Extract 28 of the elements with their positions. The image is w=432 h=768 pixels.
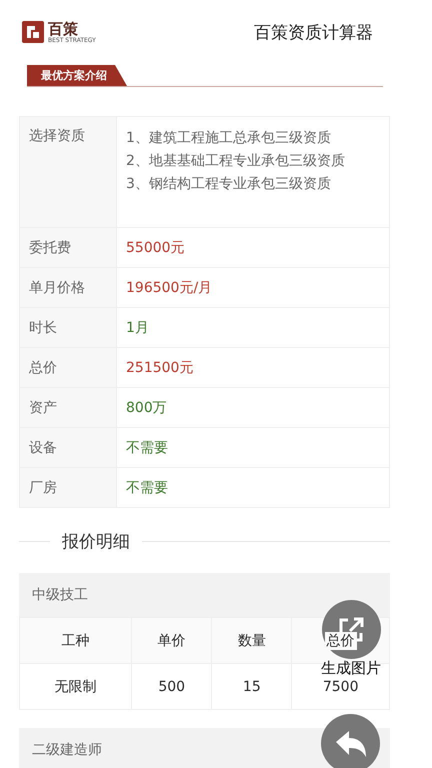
- qualification-list: 1、建筑工程施工总承包三级资质 2、地基基础工程专业承包三级资质 3、钢结构工程专业承包三级资质: [116, 116, 390, 228]
- row-label: 单月价格: [20, 268, 116, 308]
- row-label: 资产: [20, 388, 116, 428]
- row-value: 1月: [116, 308, 390, 348]
- row-label: 总价: [20, 348, 116, 388]
- column-header: 总价: [324, 632, 357, 650]
- row-label: 厂房: [20, 468, 116, 508]
- logo-icon: [22, 21, 44, 43]
- row-value: 251500元: [116, 348, 390, 388]
- row-value: 55000元: [116, 228, 390, 268]
- column-header: 数量: [236, 632, 268, 650]
- row-label: 设备: [20, 428, 116, 468]
- back-button[interactable]: [321, 714, 380, 768]
- row-value: 196500元/月: [116, 268, 390, 308]
- brand-name: 百策: [48, 20, 78, 36]
- column-header: 工种: [60, 632, 92, 650]
- row-label: 委托费: [20, 228, 116, 268]
- row-value: 800万: [116, 388, 390, 428]
- share-label: 生成图片: [321, 660, 381, 677]
- section-heading: 报价明细: [62, 531, 130, 553]
- group-title: 中级技工: [19, 573, 390, 617]
- column-header: 单价: [156, 632, 188, 650]
- page-title: 百策资质计算器: [254, 22, 373, 44]
- row-label: 时长: [20, 308, 116, 348]
- row-value: 不需要: [116, 428, 390, 468]
- row-value: 不需要: [116, 468, 390, 508]
- back-arrow-icon: [334, 728, 368, 758]
- row-label: 选择资质: [20, 116, 116, 228]
